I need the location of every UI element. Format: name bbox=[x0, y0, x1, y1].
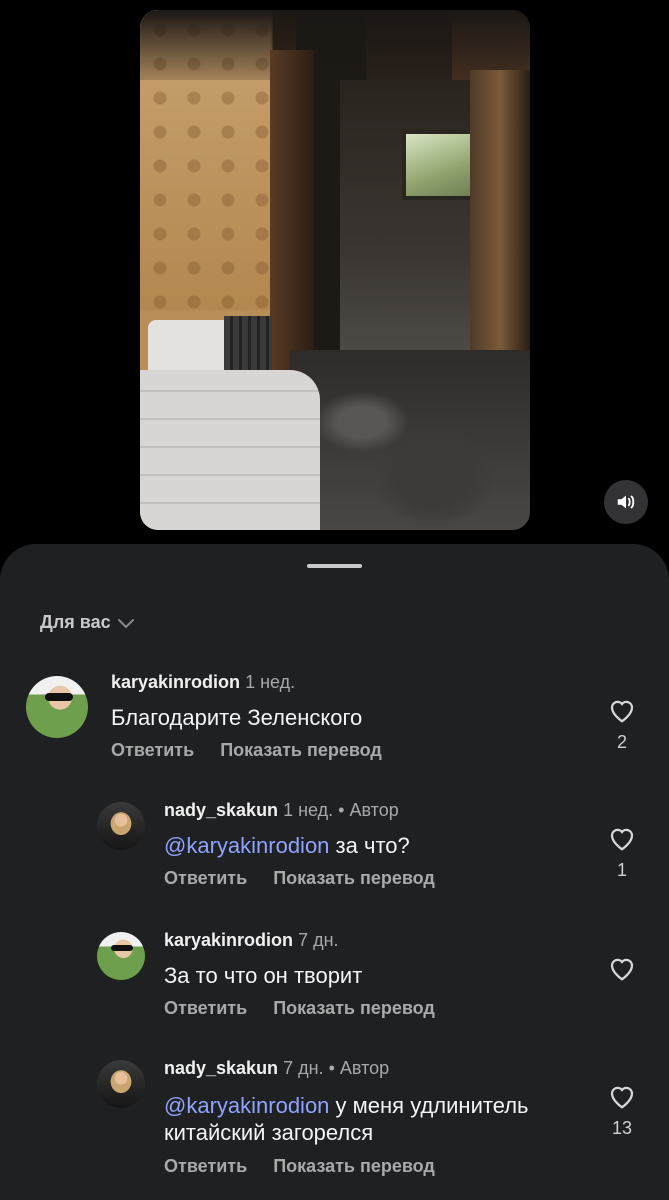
show-translation-button[interactable]: Показать перевод bbox=[220, 740, 382, 761]
comment-body: За то что он творит bbox=[164, 963, 363, 988]
reply-button[interactable]: Ответить bbox=[111, 740, 194, 761]
reply-button[interactable]: Ответить bbox=[164, 1156, 247, 1177]
comment-text: За то что он творит bbox=[164, 962, 574, 989]
meta-separator: • bbox=[338, 800, 345, 820]
comment-meta: nady_skakun 7 дн. • Автор bbox=[164, 1058, 389, 1079]
show-translation-button[interactable]: Показать перевод bbox=[273, 1156, 435, 1177]
speaker-icon bbox=[617, 495, 635, 509]
comment-username[interactable]: karyakinrodion bbox=[111, 672, 240, 692]
comment-text: @karyakinrodion за что? bbox=[164, 832, 574, 859]
heart-icon bbox=[610, 700, 634, 723]
reply-button[interactable]: Ответить bbox=[164, 868, 247, 889]
comment-body: за что? bbox=[335, 833, 410, 858]
video-debris bbox=[290, 350, 530, 530]
author-badge: Автор bbox=[339, 1058, 390, 1078]
video-doorframe bbox=[270, 50, 314, 390]
comment-actions: Ответить Показать перевод bbox=[111, 740, 382, 761]
comment-text: Благодарите Зеленского bbox=[111, 704, 571, 731]
comment-meta: karyakinrodion 1 нед. bbox=[111, 672, 295, 693]
chevron-down-icon bbox=[117, 618, 134, 628]
heart-icon bbox=[610, 958, 634, 981]
comment-text: @karyakinrodion у меня удлинитель китайс… bbox=[164, 1092, 584, 1146]
comment-meta: karyakinrodion 7 дн. bbox=[164, 930, 339, 951]
video-hallway bbox=[340, 80, 480, 380]
comments-sheet: Для вас karyakinrodion 1 нед. Благодарит… bbox=[0, 544, 669, 1200]
avatar[interactable] bbox=[97, 1060, 145, 1108]
avatar-glasses bbox=[44, 693, 74, 701]
author-badge: Автор bbox=[349, 800, 399, 820]
comment-actions: Ответить Показать перевод bbox=[164, 1156, 435, 1177]
comment-time: 7 дн. bbox=[298, 930, 339, 950]
like-count: 13 bbox=[611, 1118, 633, 1138]
heart-icon bbox=[610, 1086, 634, 1109]
comment-username[interactable]: nady_skakun bbox=[164, 800, 278, 820]
video-area bbox=[0, 0, 669, 560]
comment-body: Благодарите Зеленского bbox=[111, 705, 363, 730]
filter-label: Для вас bbox=[40, 612, 111, 632]
like-button[interactable]: 13 bbox=[603, 1082, 641, 1139]
like-count: 1 bbox=[616, 860, 627, 880]
meta-separator: • bbox=[328, 1058, 335, 1078]
mention-link[interactable]: @karyakinrodion bbox=[164, 833, 329, 858]
like-button[interactable]: 1 bbox=[603, 824, 641, 881]
like-button[interactable] bbox=[603, 954, 641, 982]
heart-icon bbox=[610, 828, 634, 851]
sound-toggle-button[interactable] bbox=[604, 480, 648, 524]
show-translation-button[interactable]: Показать перевод bbox=[273, 998, 435, 1019]
comment-username[interactable]: karyakinrodion bbox=[164, 930, 293, 950]
comment-filter-dropdown[interactable]: Для вас bbox=[40, 612, 135, 633]
video-bed bbox=[140, 370, 320, 530]
comment-time: 7 дн. bbox=[283, 1058, 324, 1078]
mention-link[interactable]: @karyakinrodion bbox=[164, 1093, 329, 1118]
video-player[interactable] bbox=[140, 10, 530, 530]
like-count: 2 bbox=[616, 732, 627, 752]
avatar[interactable] bbox=[97, 802, 145, 850]
show-translation-button[interactable]: Показать перевод bbox=[273, 868, 435, 889]
avatar-glasses bbox=[111, 945, 134, 952]
reply-button[interactable]: Ответить bbox=[164, 998, 247, 1019]
comment-username[interactable]: nady_skakun bbox=[164, 1058, 278, 1078]
like-button[interactable]: 2 bbox=[603, 696, 641, 753]
comment-time: 1 нед. bbox=[283, 800, 334, 820]
comment-actions: Ответить Показать перевод bbox=[164, 998, 435, 1019]
sheet-grabber[interactable] bbox=[307, 564, 362, 568]
avatar[interactable] bbox=[97, 932, 145, 980]
avatar[interactable] bbox=[26, 676, 88, 738]
comment-meta: nady_skakun 1 нед. • Автор bbox=[164, 800, 399, 821]
comment-actions: Ответить Показать перевод bbox=[164, 868, 435, 889]
comment-time: 1 нед. bbox=[245, 672, 296, 692]
